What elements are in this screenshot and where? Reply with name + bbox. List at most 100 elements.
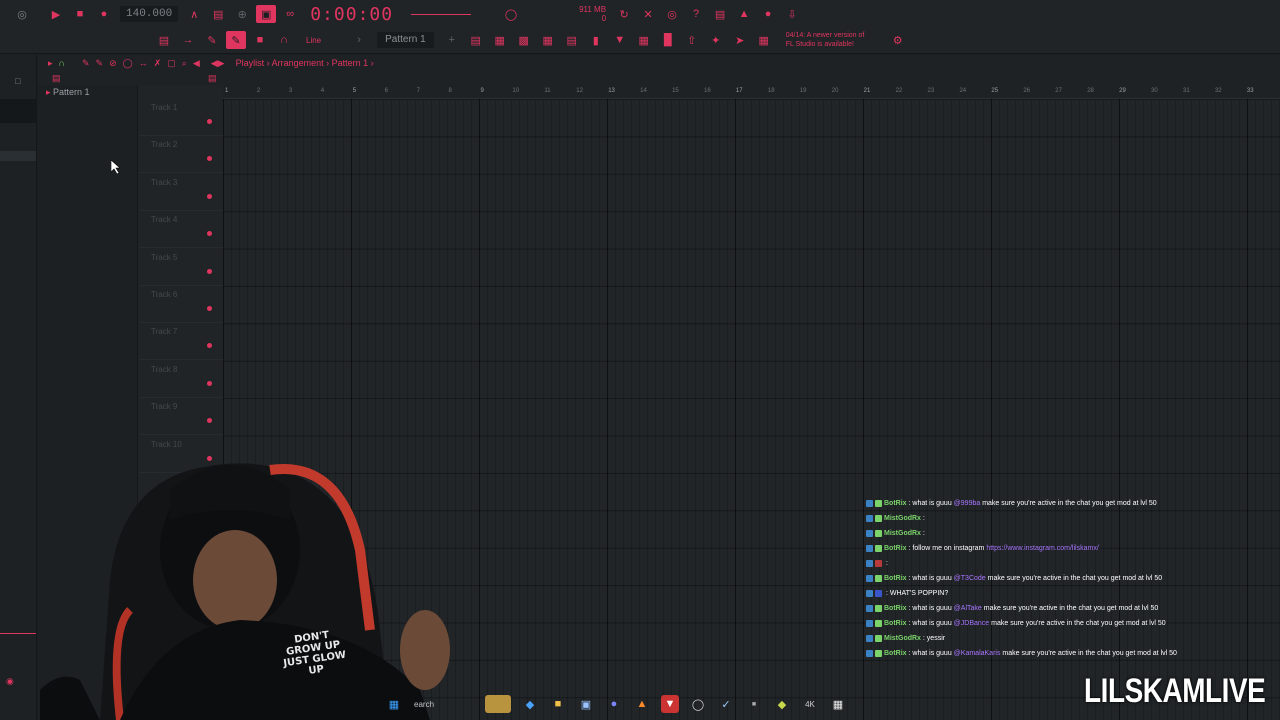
panic-icon[interactable]: ✕ — [638, 5, 658, 23]
timeline-ruler[interactable]: 1 2 3 4 5 6 7 8 9 10 11 12 13 14 15 16 17 18 19 20 21 22 23 24 2… — [223, 85, 1280, 99]
pattern-selector[interactable]: Pattern 1 — [377, 32, 434, 48]
tempo-display[interactable]: 140.000 — [120, 6, 179, 22]
chat-username[interactable]: BotRix — [884, 500, 907, 507]
browser-slot-selected[interactable] — [0, 151, 36, 161]
channel-rack-icon[interactable]: ▦ — [490, 31, 510, 49]
plugin-db-icon[interactable]: ▼ — [610, 31, 630, 49]
delete-icon[interactable]: ⊘ — [109, 58, 117, 69]
draw-tool-icon[interactable]: ✎ — [202, 31, 222, 49]
update-news[interactable]: 04/14: A newer version of FL Studio is av… — [786, 31, 876, 49]
pattern-list-item[interactable]: ▸ Pattern 1 — [38, 85, 137, 98]
track-mute-dot[interactable] — [207, 193, 212, 199]
fl-studio-icon[interactable]: ▲ — [633, 695, 651, 713]
add-track-icon[interactable]: ▤ — [208, 73, 217, 84]
chat-mention[interactable]: @KamalaKaris — [954, 650, 1001, 657]
master-volume-slider[interactable] — [411, 13, 472, 15]
plugin-picker-icon[interactable]: ▮ — [586, 31, 606, 49]
plugin-icon[interactable]: ▲ — [734, 5, 754, 23]
zoom-icon[interactable]: ⌕ — [182, 58, 187, 69]
dock-icon[interactable]: █ — [658, 31, 678, 49]
chat-mention[interactable]: @999ba — [954, 500, 981, 507]
brave-icon[interactable]: ▼ — [661, 695, 679, 713]
playlist-titlebar[interactable]: ▸ ∩ ✎ ✎ ⊘ ◯ ↔ ✗ ▢ ⌕ ◀ ◀▶ Playlist › Arra… — [38, 55, 1280, 71]
track-header[interactable]: Track 2 — [139, 136, 223, 174]
layers-icon[interactable]: ◆ — [773, 695, 791, 713]
play-icon[interactable]: ▶ — [46, 5, 66, 23]
browser-folder-icon[interactable]: □ — [0, 73, 36, 89]
track-header[interactable]: Track 1 — [139, 99, 223, 136]
file-explorer-icon[interactable]: ■ — [549, 695, 567, 713]
pattern-prev-icon[interactable]: › — [349, 31, 369, 49]
chat-username[interactable]: BotRix — [884, 605, 907, 612]
fl-logo-icon[interactable]: ◎ — [2, 5, 42, 23]
chat-bubble-icon[interactable]: ● — [758, 5, 778, 23]
chat-username[interactable]: BotRix — [884, 620, 907, 627]
track-header[interactable]: Track 4 — [139, 211, 223, 249]
playback-icon[interactable]: ◀ — [193, 58, 200, 69]
stop-icon[interactable]: ■ — [70, 5, 90, 23]
mic-icon[interactable]: ◎ — [662, 5, 682, 23]
master-pitch-icon[interactable]: ◯ — [501, 5, 521, 23]
step-forward-icon[interactable]: → — [178, 31, 198, 49]
obs-icon[interactable]: ◯ — [689, 695, 707, 713]
store-icon[interactable]: ▣ — [577, 695, 595, 713]
wait-record-icon[interactable]: ▤ — [208, 5, 228, 23]
lock-icon[interactable]: ◉ — [6, 676, 28, 686]
windows-start-icon[interactable]: ▦ — [385, 695, 403, 713]
track-mute-dot[interactable] — [207, 268, 212, 274]
arrow-tool-icon[interactable]: ➤ — [730, 31, 750, 49]
song-time-display[interactable]: 0:00:00 — [310, 4, 393, 25]
mixer-icon[interactable]: ▤ — [466, 31, 486, 49]
track-header[interactable]: Track 6 — [139, 286, 223, 323]
steam-icon[interactable]: ✓ — [717, 695, 735, 713]
countdown-icon[interactable]: ⊕ — [232, 5, 252, 23]
playlist-icon[interactable]: ▦ — [538, 31, 558, 49]
pattern-add-icon[interactable]: + — [442, 31, 462, 49]
magnet-snap-icon[interactable]: ∩ — [59, 58, 65, 68]
help-icon[interactable]: ? — [686, 5, 706, 23]
paint-icon[interactable]: ✎ — [96, 58, 104, 69]
track-header[interactable]: Track 8 — [139, 361, 223, 398]
track-mute-dot[interactable] — [207, 156, 212, 162]
snap-selector[interactable]: Line — [306, 36, 321, 45]
chat-username[interactable]: MistGodRx — [884, 530, 921, 537]
track-mute-dot[interactable] — [207, 380, 212, 386]
track-mute-dot[interactable] — [207, 306, 212, 311]
playlist-menu-arrow-icon[interactable]: ▸ — [48, 58, 53, 69]
chat-username[interactable]: BotRix — [884, 650, 907, 657]
pencil-tool-icon[interactable]: ✎ — [226, 31, 246, 49]
track-header[interactable]: Track 5 — [139, 249, 223, 286]
pattern-picker-icon[interactable]: ▤ — [52, 73, 61, 84]
playlist-mode-icon[interactable]: ▤ — [154, 31, 174, 49]
select-icon[interactable]: ▢ — [167, 58, 176, 69]
track-header[interactable]: Track 3 — [139, 174, 223, 211]
track-mute-dot[interactable] — [207, 231, 212, 237]
app-icon[interactable]: ■ — [745, 695, 763, 713]
chat-mention[interactable]: @AlTake — [954, 605, 982, 612]
layout-icon[interactable]: ▦ — [754, 31, 774, 49]
download-icon[interactable]: ⇩ — [782, 5, 802, 23]
touch-keyboard-icon[interactable]: ▦ — [634, 31, 654, 49]
mute-icon[interactable]: ◯ — [123, 58, 133, 69]
copilot-icon[interactable]: ◆ — [521, 695, 539, 713]
widget-icon[interactable] — [485, 695, 511, 713]
save-icon[interactable]: ▤ — [710, 5, 730, 23]
paint-tool-icon[interactable]: ■ — [250, 31, 270, 49]
news-settings-icon[interactable]: ⚙ — [888, 31, 908, 49]
track-mute-dot[interactable] — [207, 119, 212, 124]
chat-username[interactable]: MistGodRx — [884, 635, 921, 642]
chat-mention[interactable]: @T3Code — [954, 575, 986, 582]
browser-slot[interactable] — [0, 125, 36, 149]
metronome-icon[interactable]: ∧ — [184, 5, 204, 23]
magnet-icon[interactable]: ∩ — [274, 31, 294, 49]
blend-notes-icon[interactable]: ▣ — [256, 5, 277, 23]
chat-mention[interactable]: @JDBance — [954, 620, 990, 627]
track-mute-dot[interactable] — [207, 418, 212, 424]
track-header[interactable]: Track 7 — [139, 323, 223, 361]
4k-icon[interactable]: 4K — [801, 695, 819, 713]
wand-icon[interactable]: ✦ — [706, 31, 726, 49]
chat-username[interactable]: MistGodRx — [884, 515, 921, 522]
title-arrows-icon[interactable]: ◀▶ — [211, 58, 225, 69]
chat-username[interactable]: BotRix — [884, 545, 907, 552]
track-mute-dot[interactable] — [207, 343, 212, 349]
